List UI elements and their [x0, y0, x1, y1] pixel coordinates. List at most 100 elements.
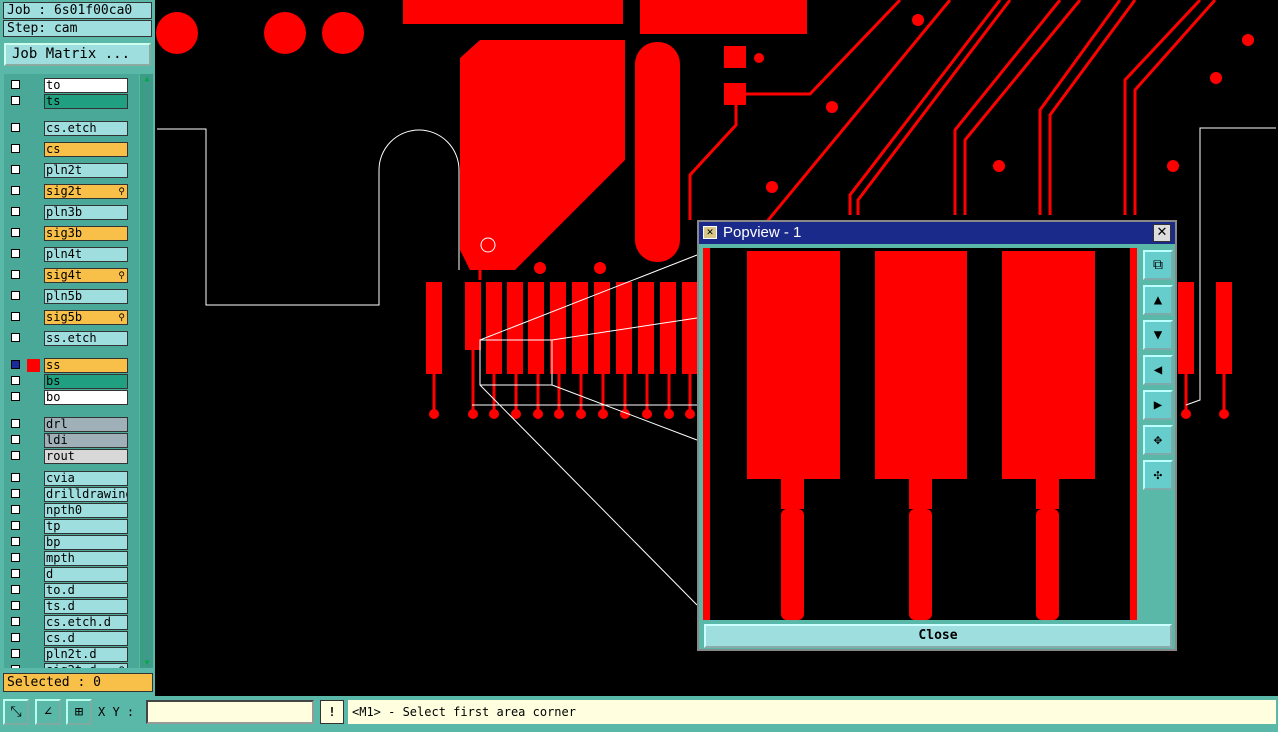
xy-input[interactable] — [146, 700, 314, 724]
layer-row-ts-d[interactable]: ts.d — [8, 599, 128, 614]
layer-row-cs-etch[interactable]: cs.etch — [8, 121, 128, 136]
layer-row-d[interactable]: d — [8, 567, 128, 582]
layer-row-cs-etch-d[interactable]: cs.etch.d — [8, 615, 128, 630]
layer-row-ss-etch[interactable]: ss.etch — [8, 331, 128, 346]
layer-checkbox[interactable] — [11, 489, 20, 498]
pan-up-icon[interactable]: ▲ — [1143, 285, 1173, 315]
layer-row-sig4t[interactable]: sig4t ⚲ — [8, 268, 128, 283]
pan-left-icon[interactable]: ◀ — [1143, 355, 1173, 385]
layer-name[interactable]: drl — [44, 417, 128, 432]
layer-name[interactable]: pln4t — [44, 247, 128, 262]
layer-name[interactable]: npth0 — [44, 503, 128, 518]
layer-name[interactable]: bp — [44, 535, 128, 550]
layer-checkbox[interactable] — [11, 569, 20, 578]
layer-name[interactable]: ts.d — [44, 599, 128, 614]
layer-row-cs[interactable]: cs — [8, 142, 128, 157]
layer-checkbox[interactable] — [11, 312, 20, 321]
layer-checkbox[interactable] — [11, 360, 20, 369]
layer-name[interactable]: sig3b — [44, 226, 128, 241]
layer-checkbox[interactable] — [11, 96, 20, 105]
layer-row-to[interactable]: to — [8, 78, 128, 93]
layer-name[interactable]: cvia — [44, 471, 128, 486]
layer-name[interactable]: sig2t.d⚲ — [44, 663, 128, 668]
pan-down-icon[interactable]: ▼ — [1143, 320, 1173, 350]
layer-checkbox[interactable] — [11, 165, 20, 174]
layer-name[interactable]: drilldrawing — [44, 487, 128, 502]
layer-name[interactable]: rout — [44, 449, 128, 464]
layer-name[interactable]: bs — [44, 374, 128, 389]
layer-row-bs[interactable]: bs — [8, 374, 128, 389]
layer-row-ts[interactable]: ts — [8, 94, 128, 109]
layer-name[interactable]: sig5b ⚲ — [44, 310, 128, 325]
layer-name[interactable]: ts — [44, 94, 128, 109]
layer-row-cvia[interactable]: cvia — [8, 471, 128, 486]
layer-row-bp[interactable]: bp — [8, 535, 128, 550]
layer-name[interactable]: cs.etch — [44, 121, 128, 136]
layer-checkbox[interactable] — [11, 521, 20, 530]
layer-checkbox[interactable] — [11, 505, 20, 514]
zoom-in-icon[interactable]: ✥ — [1143, 425, 1173, 455]
layer-checkbox[interactable] — [11, 419, 20, 428]
layer-checkbox[interactable] — [11, 333, 20, 342]
layer-checkbox[interactable] — [11, 601, 20, 610]
layer-name[interactable]: ss — [44, 358, 128, 373]
layer-checkbox[interactable] — [11, 186, 20, 195]
layer-row-sig3b[interactable]: sig3b — [8, 226, 128, 241]
layer-name[interactable]: cs.etch.d — [44, 615, 128, 630]
layer-checkbox[interactable] — [11, 249, 20, 258]
snap-icon[interactable]: ∠ — [35, 699, 61, 725]
layer-list-scrollbar[interactable]: ▲ ▼ — [140, 74, 153, 668]
layer-checkbox[interactable] — [11, 633, 20, 642]
popview-titlebar[interactable]: ✕ Popview - 1 ✕ — [699, 222, 1175, 244]
layer-name[interactable]: ss.etch — [44, 331, 128, 346]
layer-row-tp[interactable]: tp — [8, 519, 128, 534]
layer-checkbox[interactable] — [11, 617, 20, 626]
layer-name[interactable]: sig4t ⚲ — [44, 268, 128, 283]
layer-name[interactable]: cs.d — [44, 631, 128, 646]
layer-row-npth0[interactable]: npth0 — [8, 503, 128, 518]
layer-row-drilldrawing[interactable]: drilldrawing — [8, 487, 128, 502]
layer-name[interactable]: tp — [44, 519, 128, 534]
layer-row-rout[interactable]: rout — [8, 449, 128, 464]
layer-row-sig2t-d[interactable]: sig2t.d⚲ — [8, 663, 128, 668]
layer-name[interactable]: pln2t — [44, 163, 128, 178]
layer-name[interactable]: ldi — [44, 433, 128, 448]
layer-checkbox[interactable] — [11, 665, 20, 668]
zoom-window-icon[interactable]: ⧉ — [1143, 250, 1173, 280]
zoom-out-icon[interactable]: ✣ — [1143, 460, 1173, 490]
layer-name[interactable]: pln5b — [44, 289, 128, 304]
layer-row-to-d[interactable]: to.d — [8, 583, 128, 598]
layer-row-pln2t[interactable]: pln2t — [8, 163, 128, 178]
grid-icon[interactable]: ⊞ — [66, 699, 92, 725]
close-button[interactable]: Close — [704, 624, 1172, 648]
layer-checkbox[interactable] — [11, 376, 20, 385]
close-icon[interactable]: ✕ — [1153, 224, 1171, 242]
layer-name[interactable]: bo — [44, 390, 128, 405]
job-matrix-button[interactable]: Job Matrix ... — [4, 43, 151, 66]
layer-checkbox[interactable] — [11, 585, 20, 594]
layer-name[interactable]: d — [44, 567, 128, 582]
layer-checkbox[interactable] — [11, 649, 20, 658]
alert-button[interactable]: ! — [320, 700, 344, 724]
layer-checkbox[interactable] — [11, 291, 20, 300]
popview-canvas[interactable] — [703, 248, 1137, 620]
layer-row-pln2t-d[interactable]: pln2t.d — [8, 647, 128, 662]
layer-checkbox[interactable] — [11, 144, 20, 153]
layer-row-pln4t[interactable]: pln4t — [8, 247, 128, 262]
layer-checkbox[interactable] — [11, 228, 20, 237]
layer-row-cs-d[interactable]: cs.d — [8, 631, 128, 646]
layer-checkbox[interactable] — [11, 80, 20, 89]
layer-name[interactable]: mpth — [44, 551, 128, 566]
layer-checkbox[interactable] — [11, 553, 20, 562]
layer-checkbox[interactable] — [11, 537, 20, 546]
layer-row-pln3b[interactable]: pln3b — [8, 205, 128, 220]
layer-name[interactable]: to.d — [44, 583, 128, 598]
layer-name[interactable]: pln2t.d — [44, 647, 128, 662]
layer-row-bo[interactable]: bo — [8, 390, 128, 405]
layer-row-sig2t[interactable]: sig2t ⚲ — [8, 184, 128, 199]
layer-name[interactable]: cs — [44, 142, 128, 157]
layer-checkbox[interactable] — [11, 473, 20, 482]
layer-name[interactable]: pln3b — [44, 205, 128, 220]
layer-checkbox[interactable] — [11, 392, 20, 401]
layer-checkbox[interactable] — [11, 435, 20, 444]
